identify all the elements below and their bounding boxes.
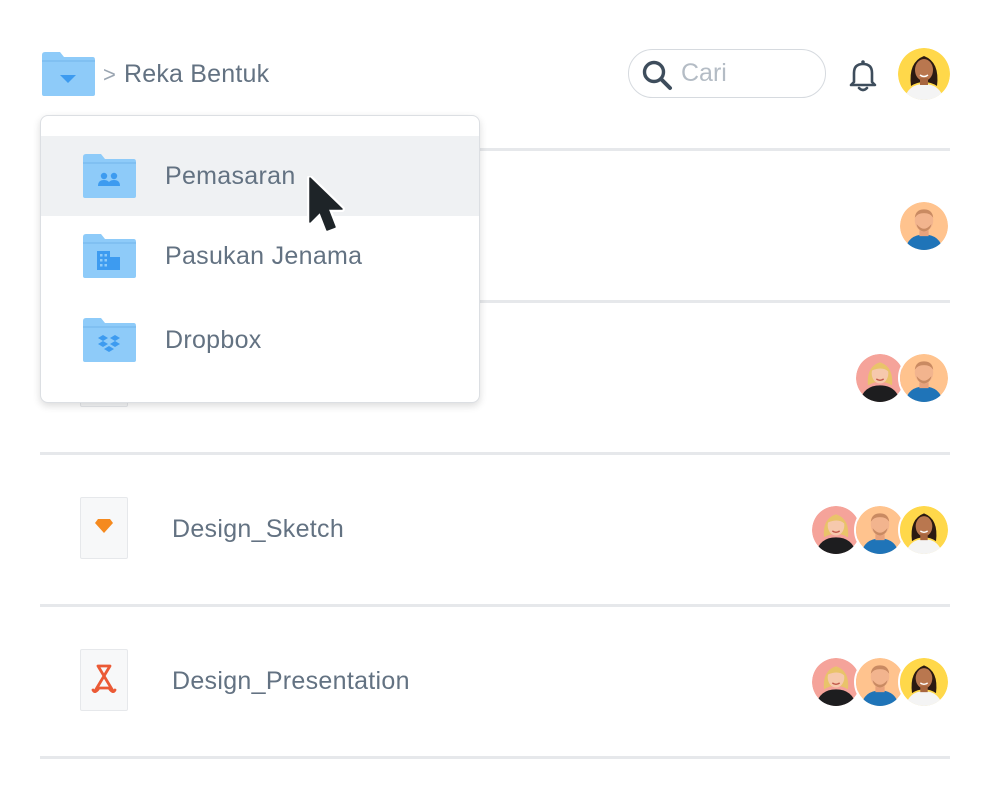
member-avatars	[898, 200, 950, 252]
table-row[interactable]: Design_Sketch	[40, 455, 950, 603]
file-icon	[80, 649, 128, 711]
dropdown-item-dropbox[interactable]: Dropbox	[41, 300, 479, 380]
dropdown-item-label: Pemasaran	[165, 162, 296, 190]
file-name: Design_Sketch	[172, 515, 345, 543]
breadcrumb-separator: >	[103, 62, 116, 87]
member-avatar	[898, 352, 950, 404]
member-avatars	[810, 504, 950, 556]
member-avatar	[898, 656, 950, 708]
folder-dropdown-menu: Pemasaran Pasukan Jenama Dropbox	[40, 115, 480, 403]
row-divider	[40, 756, 950, 759]
search-icon	[642, 60, 672, 90]
file-name: Design_Presentation	[172, 667, 410, 695]
dropdown-item-label: Pasukan Jenama	[165, 242, 363, 270]
folder-dropdown-icon[interactable]	[40, 51, 96, 97]
table-row[interactable]: Design_Presentation	[40, 607, 950, 755]
member-avatar	[898, 200, 950, 252]
bell-icon[interactable]	[845, 57, 881, 93]
file-icon	[80, 497, 128, 559]
member-avatars	[810, 656, 950, 708]
member-avatars	[854, 352, 950, 404]
building-folder-icon	[81, 232, 137, 280]
dropdown-item-label: Dropbox	[165, 326, 262, 354]
team-folder-icon	[81, 152, 137, 200]
search-input[interactable]	[681, 58, 811, 88]
user-avatar[interactable]	[898, 48, 950, 100]
pdf-icon	[91, 664, 117, 693]
dropdown-item-pasukan-jenama[interactable]: Pasukan Jenama	[41, 216, 479, 296]
sketch-icon	[95, 519, 113, 533]
dropbox-folder-icon	[81, 316, 137, 364]
breadcrumb-current-folder[interactable]: Reka Bentuk	[124, 60, 269, 89]
search-box[interactable]	[628, 49, 826, 98]
dropdown-item-pemasaran[interactable]: Pemasaran	[41, 136, 479, 216]
member-avatar	[898, 504, 950, 556]
